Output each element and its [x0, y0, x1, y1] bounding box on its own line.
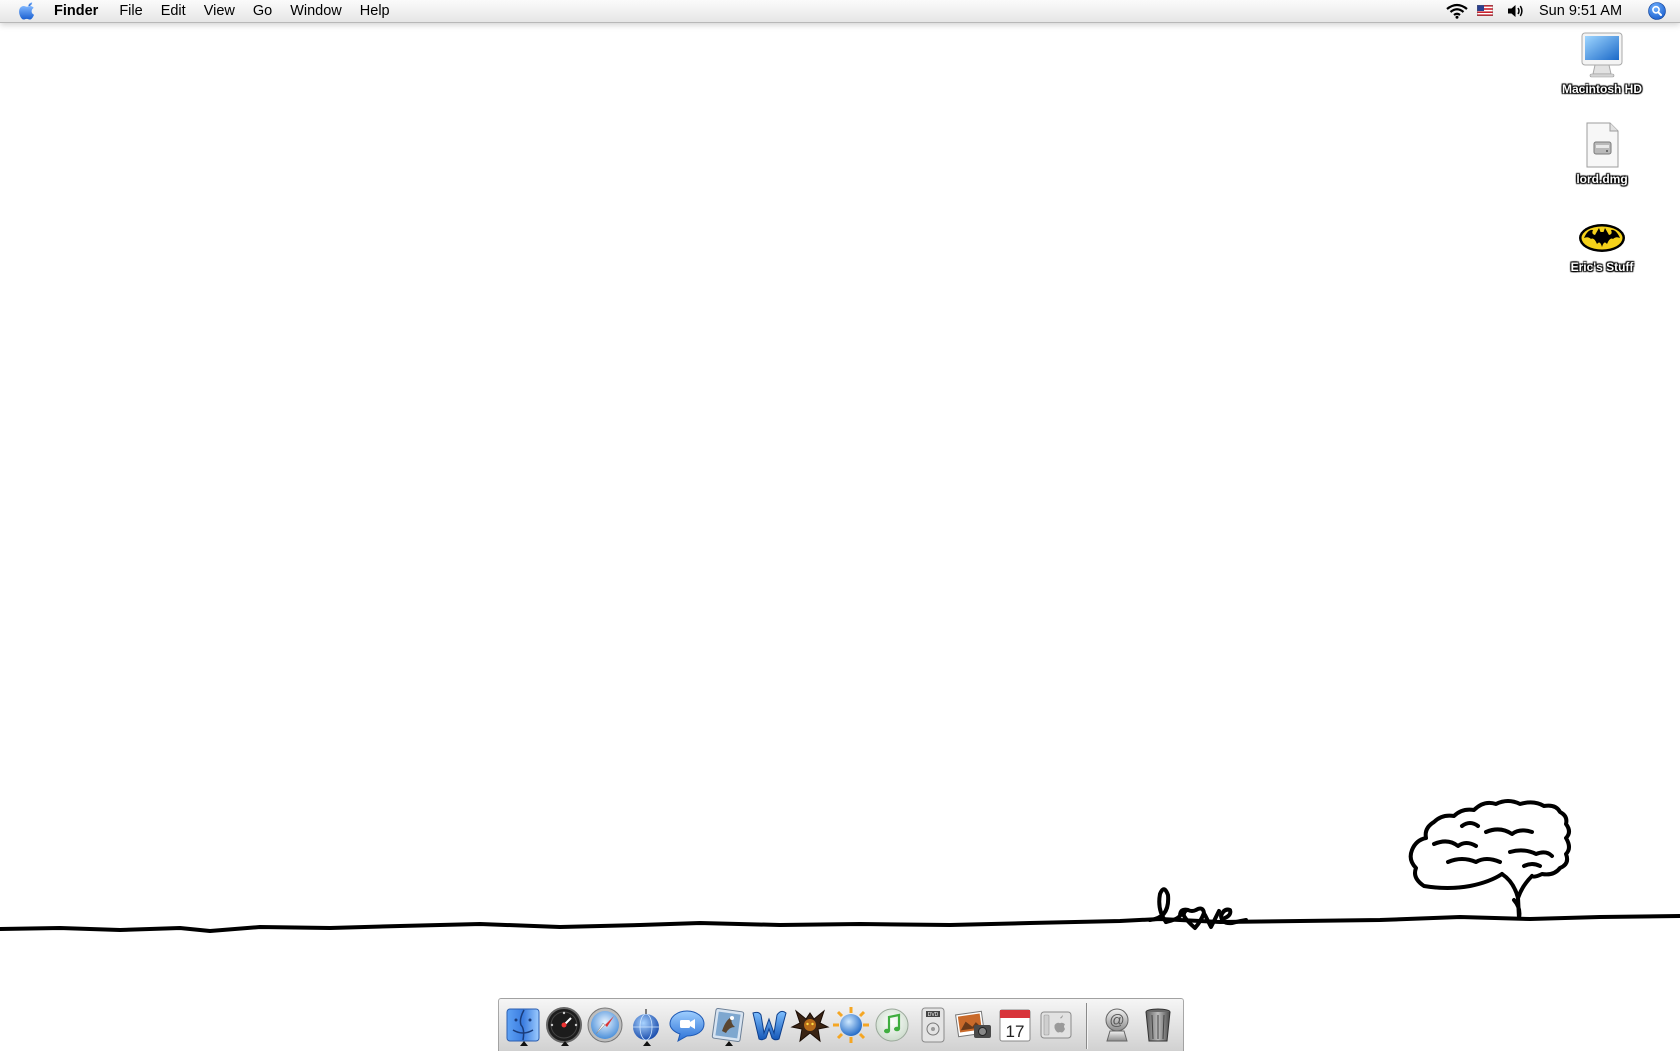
- safari-icon: [587, 1007, 623, 1043]
- ichat-icon: [669, 1010, 705, 1043]
- svg-text:@: @: [1109, 1012, 1124, 1029]
- dock-item-dashboard[interactable]: [544, 1005, 584, 1046]
- preview-eagle-icon: [711, 1007, 745, 1043]
- svg-text:DVD: DVD: [928, 1012, 939, 1018]
- menu-view[interactable]: View: [195, 0, 244, 22]
- wallpaper-drawing: [0, 799, 1680, 933]
- dock-item-game[interactable]: [790, 1005, 830, 1045]
- imac-hard-drive-icon: [1581, 32, 1623, 78]
- running-indicator: [725, 1041, 733, 1046]
- disk-image-icon: [1586, 122, 1619, 168]
- dock-item-itunes[interactable]: [872, 1005, 912, 1045]
- finder-icon: [506, 1008, 540, 1042]
- apple-logo-icon[interactable]: [18, 2, 38, 20]
- desktop-icon-macintosh-hd[interactable]: Macintosh HD: [1542, 30, 1662, 98]
- desktop-icon-erics-stuff[interactable]: Eric's Stuff: [1542, 214, 1662, 276]
- desktop-icon-label: lord.dmg: [1576, 172, 1628, 186]
- menu-clock[interactable]: Sun 9:51 AM: [1539, 0, 1639, 22]
- dock: DVD 17 @: [498, 998, 1184, 1051]
- menu-go[interactable]: Go: [244, 0, 281, 22]
- desktop-icon-label: Eric's Stuff: [1570, 260, 1634, 274]
- menu-finder[interactable]: Finder: [54, 0, 110, 22]
- dock-item-finder[interactable]: [503, 1005, 543, 1046]
- running-indicator: [520, 1041, 528, 1046]
- dock-item-word[interactable]: [749, 1005, 789, 1045]
- mail-at-icon: @: [1105, 1008, 1129, 1042]
- running-indicator: [643, 1041, 651, 1046]
- desktop-icon-label: Macintosh HD: [1561, 82, 1642, 96]
- menu-window[interactable]: Window: [281, 0, 351, 22]
- desktop-icon-lord-dmg[interactable]: lord.dmg: [1542, 120, 1662, 188]
- dock-item-ichat[interactable]: [667, 1005, 707, 1045]
- dashboard-icon: [546, 1007, 582, 1043]
- ical-icon: 17: [999, 1009, 1031, 1042]
- dock-item-safari[interactable]: [585, 1005, 625, 1045]
- iphoto-icon: [955, 1010, 991, 1038]
- dock-item-network-utility[interactable]: [626, 1005, 666, 1046]
- dock-item-ical[interactable]: 17: [995, 1005, 1035, 1045]
- dock-item-dvd-player[interactable]: DVD: [913, 1005, 953, 1045]
- dock-item-mail[interactable]: @: [1097, 1005, 1137, 1045]
- sun-globe-icon: [833, 1007, 869, 1043]
- menu-file[interactable]: File: [110, 0, 151, 22]
- ical-date: 17: [1006, 1022, 1025, 1041]
- menu-bar: Finder File Edit View Go Window Help Sun…: [0, 0, 1680, 23]
- menu-edit[interactable]: Edit: [152, 0, 195, 22]
- dock-item-iphoto[interactable]: [954, 1005, 994, 1045]
- us-flag-input-menu-icon[interactable]: [1477, 5, 1493, 16]
- dock-item-trash[interactable]: [1138, 1005, 1178, 1045]
- volume-icon[interactable]: [1507, 3, 1524, 19]
- dock-item-system-preferences[interactable]: [1036, 1005, 1076, 1045]
- love-script: [1148, 887, 1248, 930]
- game-creature-icon: [790, 1009, 830, 1043]
- running-indicator: [561, 1041, 569, 1046]
- batman-folder-icon: [1579, 224, 1625, 252]
- trash-icon: [1145, 1008, 1171, 1042]
- word-icon: [752, 1010, 787, 1041]
- spotlight-icon[interactable]: [1648, 2, 1666, 20]
- dvd-player-icon: DVD: [921, 1007, 945, 1043]
- itunes-icon: [875, 1008, 909, 1042]
- system-preferences-icon: [1040, 1011, 1072, 1039]
- network-globe-icon: [633, 1009, 659, 1041]
- wifi-icon[interactable]: [1446, 3, 1468, 19]
- tree-drawing: [1408, 799, 1571, 920]
- dock-item-preview[interactable]: [708, 1005, 748, 1046]
- dock-item-sun-globe[interactable]: [831, 1005, 871, 1045]
- menu-help[interactable]: Help: [351, 0, 399, 22]
- dock-separator: [1086, 1003, 1087, 1049]
